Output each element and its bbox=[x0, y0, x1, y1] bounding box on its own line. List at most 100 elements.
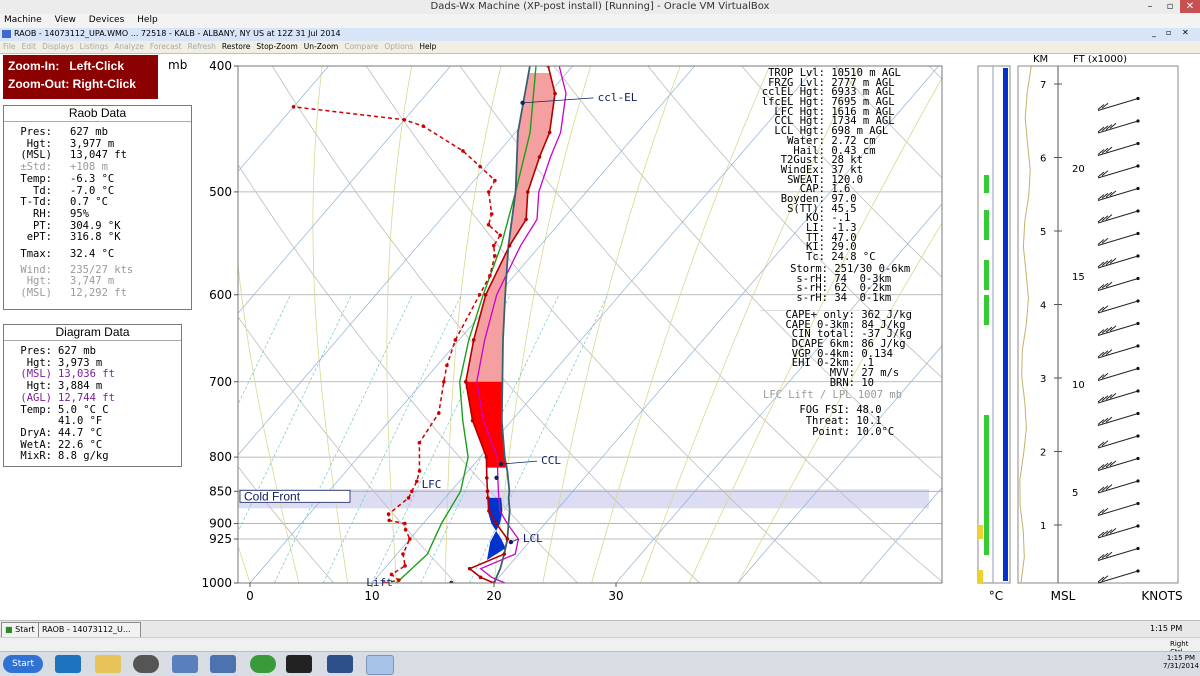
xp-start-button[interactable]: ■ Start bbox=[1, 622, 39, 638]
diagram-data-title: Diagram Data bbox=[4, 325, 181, 341]
raob-row: ePT: 316.8 °K bbox=[12, 231, 121, 243]
row-key: Hgt: bbox=[26, 356, 52, 369]
marker-lfc bbox=[494, 475, 499, 481]
zoom-out-hint: Zoom-Out: Right-Click bbox=[8, 77, 136, 91]
ft-tick-label: 10 bbox=[1072, 380, 1085, 391]
data-row: Hgt: 3,973 m bbox=[12, 356, 103, 369]
data-row: (MSL) 13,036 ft bbox=[12, 368, 115, 380]
pressure-label: 500 bbox=[209, 185, 232, 199]
wind-barb-dot bbox=[1136, 96, 1140, 101]
dewpoint-point bbox=[461, 149, 465, 153]
temp-tick-label: 0 bbox=[246, 589, 254, 603]
raob-row: Tmax: 32.4 °C bbox=[12, 248, 114, 260]
temperature-point bbox=[483, 292, 488, 297]
height-axis-column bbox=[1017, 65, 1179, 584]
row-value: 627 mb bbox=[58, 345, 96, 357]
row-value: 12,744 ft bbox=[58, 391, 115, 404]
vbox-menubar: Machine View Devices Help bbox=[0, 14, 1200, 29]
app-menu-file[interactable]: File bbox=[3, 42, 16, 51]
dewpoint-point bbox=[486, 190, 491, 194]
app-menu-stop-zoom[interactable]: Stop-Zoom bbox=[256, 42, 297, 51]
menu-devices[interactable]: Devices bbox=[89, 15, 124, 25]
app-menu-forecast[interactable]: Forecast bbox=[150, 42, 182, 51]
row-value: 5.0 °C C bbox=[58, 403, 109, 416]
dewpoint-point bbox=[417, 469, 422, 473]
pressure-label: 900 bbox=[209, 517, 232, 531]
wind-barb-dot bbox=[1136, 209, 1140, 213]
minimize-button[interactable]: – bbox=[1140, 0, 1160, 13]
moisture-bar-green bbox=[984, 210, 989, 240]
row-key: Hgt: bbox=[26, 275, 52, 288]
app-menu-un-zoom[interactable]: Un-Zoom bbox=[304, 42, 339, 51]
mb-unit-label: mb bbox=[168, 58, 188, 72]
wind-barb-dot bbox=[1136, 546, 1140, 551]
label-lift: Lift bbox=[366, 576, 393, 589]
app-menu-restore[interactable]: Restore bbox=[222, 42, 250, 51]
ie-icon[interactable] bbox=[55, 655, 81, 673]
menu-view[interactable]: View bbox=[55, 15, 76, 25]
raob-row: RH: 95% bbox=[12, 208, 89, 220]
maximize-button[interactable]: ▫ bbox=[1160, 0, 1180, 13]
dewpoint-point bbox=[498, 233, 502, 238]
app-menu-help[interactable]: Help bbox=[419, 42, 436, 51]
wind-barb-dot bbox=[1136, 344, 1140, 348]
km-tick-label: 7 bbox=[1040, 80, 1046, 91]
virtualbox-icon[interactable] bbox=[327, 655, 353, 673]
app-menu-listings[interactable]: Listings bbox=[80, 42, 109, 51]
app-minimize-button[interactable]: _ bbox=[1152, 28, 1156, 37]
raob-row: (MSL) 12,292 ft bbox=[12, 287, 127, 299]
row-key: DryA: bbox=[20, 426, 52, 439]
network-icon[interactable] bbox=[172, 655, 198, 673]
row-value: 304.9 °K bbox=[70, 219, 121, 232]
app-menu-compare[interactable]: Compare bbox=[344, 42, 378, 51]
index-row: BRN: 10 bbox=[760, 378, 912, 389]
temperature-point bbox=[470, 418, 475, 423]
close-button[interactable]: ✕ bbox=[1180, 0, 1200, 13]
app-close-button[interactable]: ✕ bbox=[1182, 28, 1189, 37]
app-menu-displays[interactable]: Displays bbox=[42, 42, 74, 51]
wind-barb-dot bbox=[1136, 456, 1140, 461]
wind-barb-dot bbox=[1136, 141, 1140, 146]
row-key: (MSL) bbox=[20, 368, 52, 381]
xp-vm-icon[interactable] bbox=[366, 655, 394, 675]
wind-barb-dot bbox=[1136, 164, 1140, 168]
menu-machine[interactable]: Machine bbox=[4, 15, 42, 25]
dewpoint-point bbox=[408, 537, 412, 541]
chrome-icon[interactable] bbox=[250, 655, 276, 673]
dewpoint-point bbox=[387, 518, 392, 523]
app-menu-edit[interactable]: Edit bbox=[22, 42, 37, 51]
km-tick-label: 3 bbox=[1040, 374, 1046, 385]
moist-adiabat bbox=[190, 66, 201, 583]
row-key: T-Td: bbox=[20, 196, 52, 209]
app-menu-analyze[interactable]: Analyze bbox=[114, 42, 144, 51]
system-clock: 1:15 PM 7/31/2014 bbox=[1163, 654, 1199, 670]
info-icon[interactable] bbox=[210, 655, 236, 673]
row-value: 316.8 °K bbox=[70, 231, 121, 244]
wind-barb-dot bbox=[1136, 119, 1140, 123]
wind-barb-dot bbox=[1136, 299, 1140, 303]
app-maximize-button[interactable]: ▫ bbox=[1166, 28, 1171, 37]
vbox-window-title: Dads-Wx Machine (XP-post install) [Runni… bbox=[430, 1, 770, 12]
dewpoint-point bbox=[442, 379, 446, 384]
wind-barb-dot bbox=[1136, 389, 1140, 393]
pressure-label: 400 bbox=[209, 59, 232, 73]
windows-start-button[interactable]: Start bbox=[3, 655, 43, 673]
skewt-diagram[interactable]: ccl-ELCCLLFCLCLLiftCold Front40050060070… bbox=[190, 55, 1200, 620]
km-tick-label: 1 bbox=[1040, 521, 1046, 532]
explorer-icon[interactable] bbox=[95, 655, 121, 673]
row-key: Pres: bbox=[20, 345, 52, 357]
app-menu-options[interactable]: Options bbox=[384, 42, 413, 51]
hp-icon[interactable] bbox=[133, 655, 159, 673]
row-value: 13,047 ft bbox=[70, 149, 127, 162]
km-tick-label: 5 bbox=[1040, 227, 1046, 238]
temperature-point bbox=[487, 509, 491, 513]
app-menu-refresh[interactable]: Refresh bbox=[188, 42, 216, 51]
menu-help[interactable]: Help bbox=[137, 15, 158, 25]
row-key: Td: bbox=[33, 184, 52, 197]
raob-taskbar-icon[interactable] bbox=[286, 655, 312, 673]
row-value: 0.7 °C bbox=[70, 196, 108, 209]
pressure-label: 800 bbox=[209, 450, 232, 464]
xp-task-raob[interactable]: RAOB - 14073112_U... bbox=[38, 622, 141, 638]
row-key: WetA: bbox=[20, 438, 52, 451]
vbox-titlebar: Dads-Wx Machine (XP-post install) [Runni… bbox=[0, 0, 1200, 15]
